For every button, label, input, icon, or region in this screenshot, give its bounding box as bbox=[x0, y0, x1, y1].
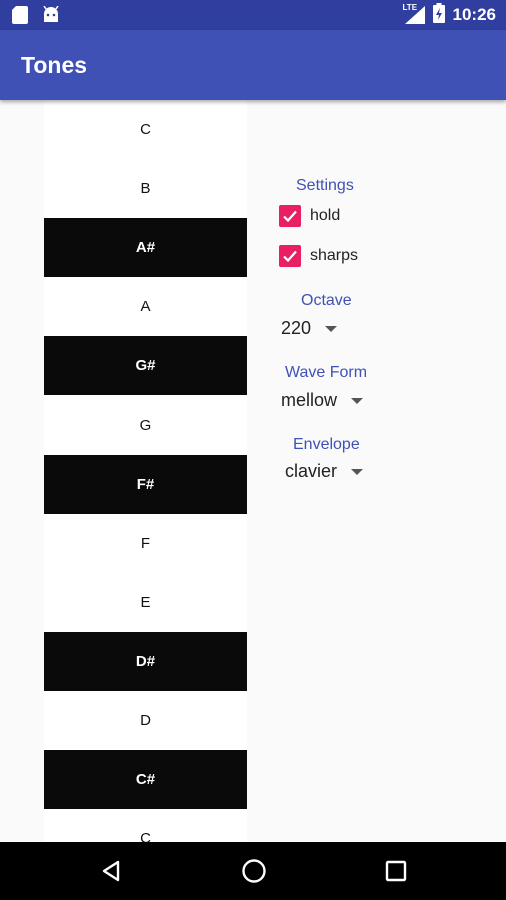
battery-charging-icon bbox=[432, 2, 445, 28]
piano-key-b[interactable]: B bbox=[44, 159, 247, 218]
home-button[interactable] bbox=[239, 856, 269, 886]
piano-key-c-sharp[interactable]: C# bbox=[44, 750, 247, 809]
piano-key-f[interactable]: F bbox=[44, 514, 247, 573]
hold-label: hold bbox=[310, 207, 341, 224]
piano-key-g[interactable]: G bbox=[44, 396, 247, 455]
dropdown-arrow-icon bbox=[351, 397, 364, 404]
piano-key-g-sharp[interactable]: G# bbox=[44, 336, 247, 395]
sd-card-icon bbox=[12, 6, 28, 29]
back-button[interactable] bbox=[96, 856, 126, 886]
app-bar: Tones bbox=[0, 30, 506, 100]
sharps-checkbox[interactable] bbox=[279, 245, 301, 267]
check-icon bbox=[283, 250, 297, 263]
navigation-bar bbox=[0, 842, 506, 900]
piano-key-a-sharp[interactable]: A# bbox=[44, 218, 247, 277]
wave-form-label: Wave Form bbox=[285, 364, 368, 381]
status-time: 10:26 bbox=[452, 5, 496, 24]
octave-value: 220 bbox=[281, 318, 312, 338]
octave-label: Octave bbox=[301, 292, 352, 309]
envelope-spinner[interactable]: clavier bbox=[285, 461, 364, 482]
hold-checkbox-row[interactable]: hold bbox=[279, 205, 340, 227]
hold-checkbox[interactable] bbox=[279, 205, 301, 227]
piano-key-c[interactable]: C bbox=[44, 809, 247, 842]
dropdown-arrow-icon bbox=[351, 468, 364, 475]
envelope-value: clavier bbox=[285, 461, 338, 481]
status-bar: LTE 10:26 bbox=[0, 0, 506, 30]
piano-key-f-sharp[interactable]: F# bbox=[44, 455, 247, 514]
piano-key-c[interactable]: C bbox=[44, 100, 247, 159]
piano-key-a[interactable]: A bbox=[44, 277, 247, 336]
wave-form-value: mellow bbox=[281, 390, 338, 410]
envelope-label: Envelope bbox=[293, 436, 360, 453]
recents-button[interactable] bbox=[381, 856, 411, 886]
octave-spinner[interactable]: 220 bbox=[281, 318, 338, 339]
piano-key-e[interactable]: E bbox=[44, 573, 247, 632]
wave-form-spinner[interactable]: mellow bbox=[281, 390, 364, 411]
home-circle-icon bbox=[242, 859, 266, 883]
app-title: Tones bbox=[21, 52, 88, 78]
piano-keyboard: C B A# A G# G F# F E D# D C# C bbox=[44, 100, 247, 842]
settings-label: Settings bbox=[296, 177, 354, 194]
sharps-checkbox-row[interactable]: sharps bbox=[279, 245, 358, 267]
recents-square-icon bbox=[385, 860, 407, 882]
dropdown-arrow-icon bbox=[325, 325, 338, 332]
piano-key-d[interactable]: D bbox=[44, 691, 247, 750]
check-icon bbox=[283, 210, 297, 223]
sharps-label: sharps bbox=[310, 247, 359, 264]
lte-signal-icon: LTE bbox=[402, 3, 425, 24]
android-icon bbox=[42, 5, 60, 29]
piano-key-d-sharp[interactable]: D# bbox=[44, 632, 247, 691]
back-triangle-icon bbox=[102, 860, 120, 882]
